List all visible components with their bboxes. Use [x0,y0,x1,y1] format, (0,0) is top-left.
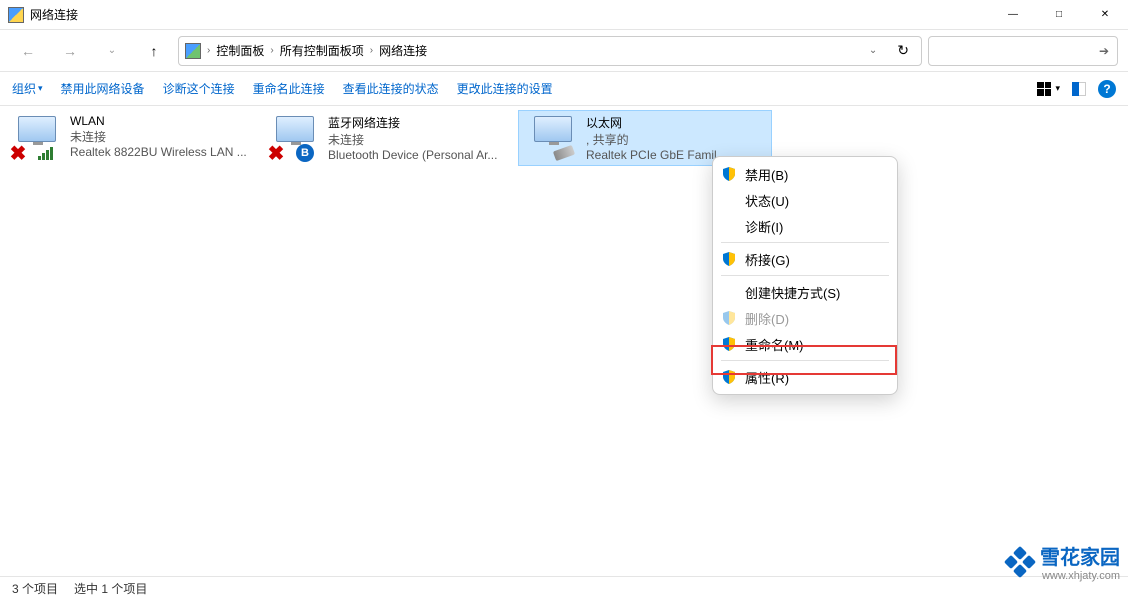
watermark-brand: 雪花家园 [1040,547,1120,569]
ctx-label: 桥接(G) [745,250,790,269]
titlebar: 网络连接 — □ ✕ [0,0,1128,30]
ctx-rename[interactable]: 重命名(M) [713,331,897,357]
window-title: 网络连接 [30,6,990,23]
close-button[interactable]: ✕ [1082,0,1128,29]
window-controls: — □ ✕ [990,0,1128,29]
connection-item-wlan[interactable]: ✖ WLAN 未连接 Realtek 8822BU Wireless LAN .… [2,110,256,166]
ctx-delete: 删除(D) [713,305,897,331]
ctx-label: 属性(R) [745,368,789,387]
x-mark-icon: ✖ [8,144,28,164]
chevron-down-icon[interactable]: ⌄ [865,45,881,56]
search-input[interactable]: ➔ [928,36,1118,66]
ctx-label: 删除(D) [745,309,789,328]
diagnose-button[interactable]: 诊断这个连接 [163,80,235,97]
breadcrumb-item-2[interactable]: 网络连接 [379,42,427,59]
ctx-status[interactable]: 状态(U) [713,187,897,213]
minimize-button[interactable]: — [990,0,1036,29]
organize-button[interactable]: 组织▾ [12,80,43,97]
connection-name: 以太网 [586,114,764,131]
bluetooth-icon: B [296,144,314,162]
watermark-url: www.xhjaty.com [1040,570,1120,582]
refresh-button[interactable]: ↻ [891,42,915,59]
connection-name: 蓝牙网络连接 [328,114,506,131]
status-selected: 选中 1 个项目 [74,580,147,597]
ctx-label: 创建快捷方式(S) [745,283,840,302]
nav-bar: ← → ⌄ ↑ › 控制面板 › 所有控制面板项 › 网络连接 ⌄ ↻ ➔ [0,30,1128,72]
breadcrumb-item-1[interactable]: 所有控制面板项 [280,42,364,59]
wifi-adapter-icon: ✖ [10,114,62,162]
connection-device: Bluetooth Device (Personal Ar... [328,148,506,162]
ethernet-adapter-icon [526,114,578,162]
separator [721,360,889,361]
ctx-label: 重命名(M) [745,335,804,354]
up-button[interactable]: ↑ [136,36,172,66]
status-count: 3 个项目 [12,580,58,597]
ctx-bridge[interactable]: 桥接(G) [713,246,897,272]
disable-device-button[interactable]: 禁用此网络设备 [61,80,145,97]
ctx-label: 诊断(I) [745,217,783,236]
x-mark-icon: ✖ [266,144,286,164]
chevron-right-icon: › [370,45,373,56]
ctx-properties[interactable]: 属性(R) [713,364,897,390]
ctx-shortcut[interactable]: 创建快捷方式(S) [713,279,897,305]
ctx-label: 禁用(B) [745,165,788,184]
separator [721,275,889,276]
ctx-diagnose[interactable]: 诊断(I) [713,213,897,239]
chevron-right-icon: › [270,45,273,56]
connection-name: WLAN [70,114,248,128]
recent-chevron-icon[interactable]: ⌄ [94,36,130,66]
preview-pane-button[interactable] [1072,82,1086,96]
breadcrumb-icon [185,43,201,59]
rename-button[interactable]: 重命名此连接 [253,80,325,97]
content-area: ✖ WLAN 未连接 Realtek 8822BU Wireless LAN .… [0,106,1128,170]
back-button[interactable]: ← [10,36,46,66]
help-button[interactable]: ? [1098,80,1116,98]
watermark: 雪花家园 www.xhjaty.com [1006,541,1120,582]
connection-status: 未连接 [328,131,506,148]
change-settings-button[interactable]: 更改此连接的设置 [457,80,553,97]
view-mode-button[interactable]: ▾ [1037,82,1060,96]
status-bar: 3 个项目 选中 1 个项目 [0,576,1128,600]
ctx-disable[interactable]: 禁用(B) [713,161,897,187]
breadcrumb-item-0[interactable]: 控制面板 [216,42,264,59]
app-icon [8,7,24,23]
separator [721,242,889,243]
forward-button[interactable]: → [52,36,88,66]
chevron-right-icon: › [207,45,210,56]
view-status-button[interactable]: 查看此连接的状态 [343,80,439,97]
maximize-button[interactable]: □ [1036,0,1082,29]
toolbar: 组织▾ 禁用此网络设备 诊断这个连接 重命名此连接 查看此连接的状态 更改此连接… [0,72,1128,106]
snowflake-icon [1006,548,1034,576]
bluetooth-adapter-icon: B ✖ [268,114,320,162]
breadcrumb[interactable]: › 控制面板 › 所有控制面板项 › 网络连接 ⌄ ↻ [178,36,922,66]
connection-item-bluetooth[interactable]: B ✖ 蓝牙网络连接 未连接 Bluetooth Device (Persona… [260,110,514,166]
connection-status: 未连接 [70,128,248,145]
connection-status: , 共享的 [586,131,764,148]
chevron-down-icon: ▾ [1055,83,1060,94]
connection-device: Realtek 8822BU Wireless LAN ... [70,145,248,159]
chevron-down-icon: ▾ [38,83,43,94]
search-icon: ➔ [1099,44,1109,58]
context-menu: 禁用(B) 状态(U) 诊断(I) 桥接(G) 创建快捷方式(S) 删除(D) … [712,156,898,395]
ctx-label: 状态(U) [745,191,789,210]
